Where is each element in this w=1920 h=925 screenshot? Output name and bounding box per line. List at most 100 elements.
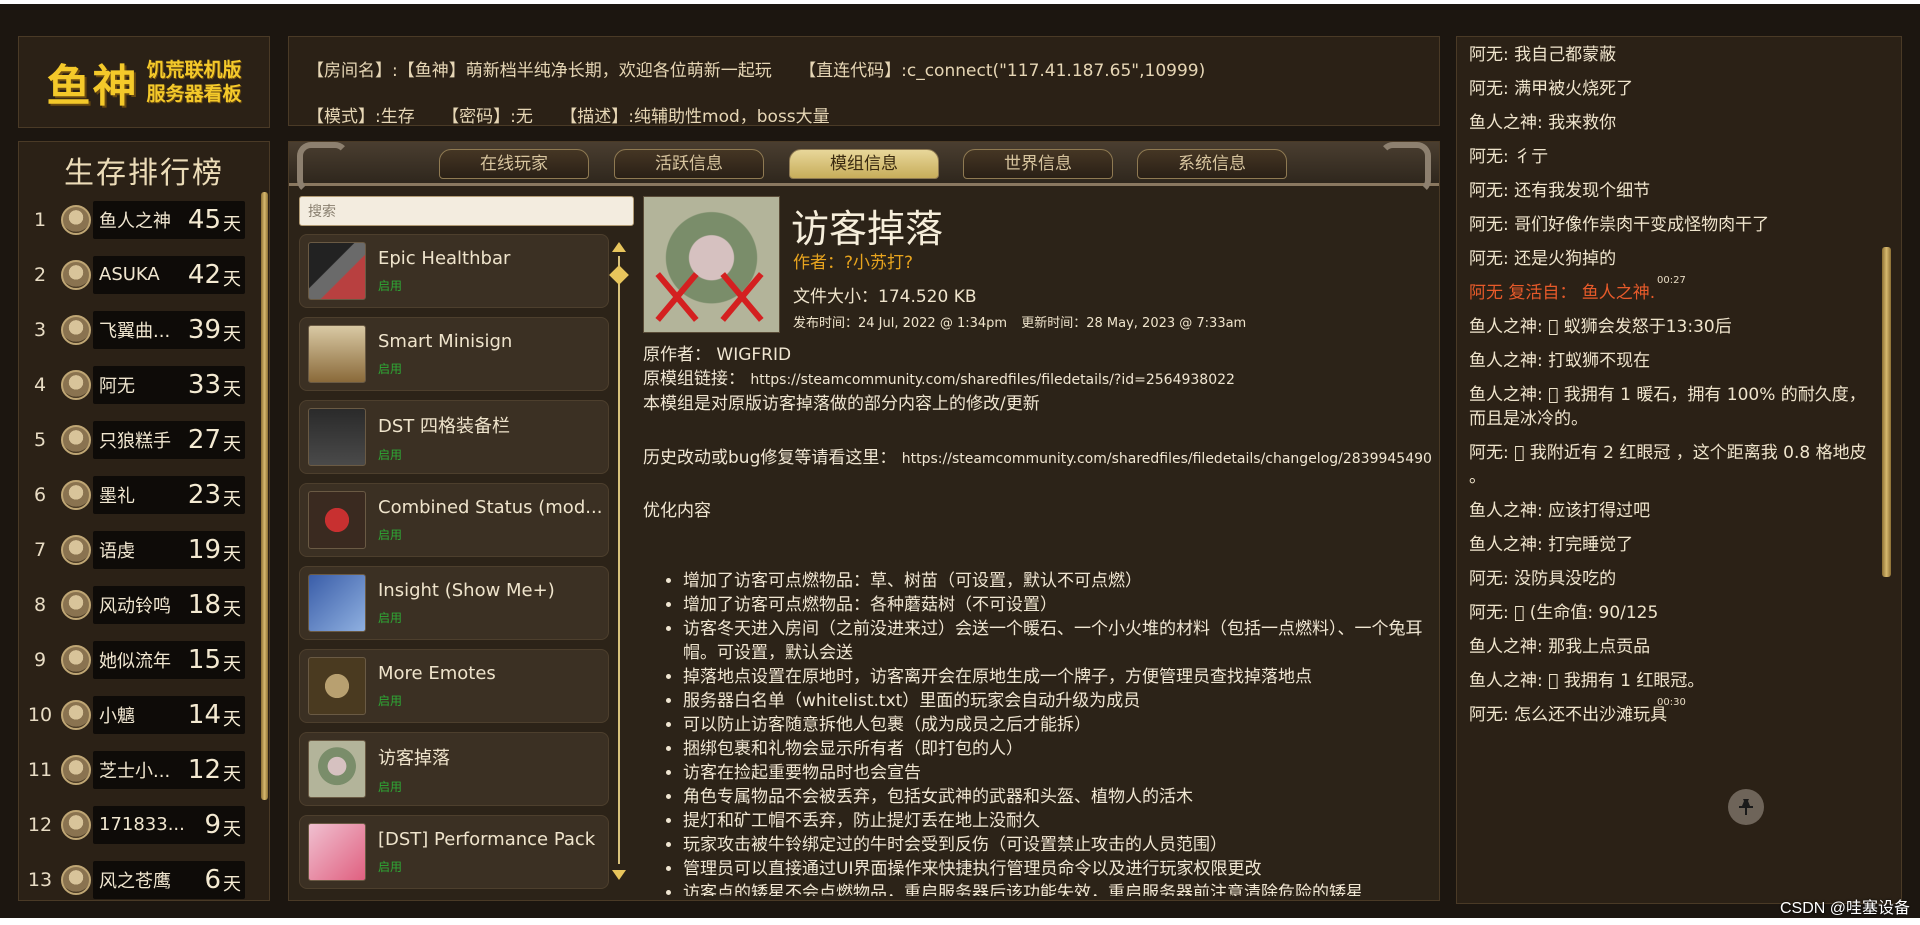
chat-text: 鱼人之神: 打完睡觉了	[1469, 535, 1634, 555]
mod-status: 启用	[378, 447, 403, 462]
player-name: 芝士小...	[99, 760, 171, 782]
original-author: 原作者： WIGFRID	[643, 345, 792, 365]
rank-bar: 墨礼 23 天	[93, 475, 245, 514]
tab-world[interactable]: 世界信息	[963, 149, 1113, 179]
days-unit: 天	[223, 543, 241, 565]
feature-item: 访客冬天进入房间（之前没进来过）会送一个暖石、一个小火堆的材料（包括一点燃料）、…	[683, 617, 1433, 665]
chat-message: 鱼人之神: 应该打得过吧	[1469, 499, 1869, 523]
player-name: 墨礼	[99, 485, 135, 507]
mod-list-item[interactable]: Epic Healthbar 启用	[299, 234, 609, 308]
rank-bar: 风之苍鹰 6 天	[93, 860, 245, 899]
chat-text: 阿无: 还有我发现个细节	[1469, 181, 1651, 201]
mod-list-item[interactable]: 访客掉落 启用	[299, 732, 609, 806]
player-name: 风之苍鹰	[99, 870, 171, 892]
chat-scrollbar[interactable]	[1882, 247, 1891, 577]
rank-row: 6 墨礼 23 天	[19, 467, 259, 522]
mod-author: 作者：?小苏打?	[793, 253, 914, 273]
survival-days: 27	[187, 424, 221, 455]
rank-bar: ASUKA 42 天	[93, 255, 245, 294]
mod-list-scrollbar[interactable]	[609, 242, 629, 880]
mod-list-item[interactable]: [DST] Performance Pack 启用	[299, 815, 609, 889]
chat-message: 鱼人之神: 󰀀 蚁狮会发怒于13:30后	[1469, 315, 1869, 339]
changelog-link[interactable]: https://steamcommunity.com/sharedfiles/f…	[902, 451, 1432, 467]
feature-item: 捆绑包裹和礼物会显示所有者（即打包的人）	[683, 737, 1433, 761]
survival-ranking: 生存排行榜 1 鱼人之神 45 天 2 ASUKA 42 天 3 飞翼曲... 39 天 4 阿无 33 天 5…	[18, 141, 270, 901]
chat-message: 鱼人之神: 打完睡觉了	[1469, 533, 1869, 557]
tab-mods[interactable]: 模组信息	[789, 149, 939, 179]
survival-days: 19	[187, 534, 221, 565]
scroll-down-arrow-icon[interactable]	[612, 870, 626, 880]
rank-row: 13 风之苍鹰 6 天	[19, 852, 259, 900]
rank-number: 5	[33, 428, 47, 451]
survival-days: 45	[187, 204, 221, 235]
avatar	[61, 369, 91, 400]
chat-text: 鱼人之神: 应该打得过吧	[1469, 501, 1651, 521]
survival-days: 15	[187, 644, 221, 675]
search-input[interactable]	[299, 196, 634, 226]
rank-row: 10 小魑 14 天	[19, 687, 259, 742]
scroll-up-arrow-icon[interactable]	[612, 242, 626, 252]
avatar	[61, 204, 91, 235]
days-unit: 天	[223, 653, 241, 675]
logo-subtitle-2: 服务器看板	[146, 83, 242, 105]
mod-list-item[interactable]: Insight (Show Me+) 启用	[299, 566, 609, 640]
feature-item: 管理员可以直接通过UI界面操作来快捷执行管理员命令以及进行玩家权限更改	[683, 857, 1433, 881]
mod-name: Insight (Show Me+)	[378, 580, 555, 601]
pin-icon	[1739, 799, 1753, 815]
player-name: 只狼糕手	[99, 430, 171, 452]
avatar	[61, 589, 91, 620]
chat-message: 阿无: 彳亍	[1469, 145, 1869, 169]
feature-list: 增加了访客可点燃物品：草、树苗（可设置，默认不可点燃）增加了访客可点燃物品：各种…	[683, 569, 1433, 896]
survival-days: 6	[204, 864, 221, 895]
updated-date: 更新时间：28 May, 2023 @ 7:33am	[1021, 316, 1247, 331]
days-unit: 天	[223, 763, 241, 785]
tab-system[interactable]: 系统信息	[1137, 149, 1287, 179]
mod-name: Combined Status (mod...	[378, 497, 603, 518]
mod-list-item[interactable]: More Emotes 启用	[299, 649, 609, 723]
watermark: CSDN @哇塞设备	[1779, 900, 1910, 917]
days-unit: 天	[223, 708, 241, 730]
days-unit: 天	[223, 433, 241, 455]
player-name: 小魑	[99, 705, 135, 727]
tab-online-players[interactable]: 在线玩家	[439, 149, 589, 179]
mod-thumbnail	[308, 657, 366, 715]
rank-row: 11 芝士小... 12 天	[19, 742, 259, 797]
server-info: 【房间名】:【鱼神】萌新档半纯净长期，欢迎各位萌新一起玩 【直连代码】:c_co…	[288, 36, 1440, 127]
chat-message: 阿无: 我自己都蒙蔽	[1469, 43, 1869, 67]
rank-bar: 阿无 33 天	[93, 365, 245, 404]
scroll-track[interactable]	[618, 256, 620, 864]
room-name: 【房间名】:【鱼神】萌新档半纯净长期，欢迎各位萌新一起玩	[307, 61, 772, 81]
chat-message: 00:27 阿无 复活自： 鱼人之神.	[1469, 275, 1869, 305]
mod-list-item[interactable]: Combined Status (mod... 启用	[299, 483, 609, 557]
ranking-scrollbar[interactable]	[261, 192, 268, 800]
original-link[interactable]: https://steamcommunity.com/sharedfiles/f…	[750, 372, 1235, 388]
avatar	[61, 424, 91, 455]
chat-text: 阿无: 我自己都蒙蔽	[1469, 45, 1617, 65]
rank-row: 12 171833... 9 天	[19, 797, 259, 852]
connect-code[interactable]: 【直连代码】:c_connect("117.41.187.65",10999)	[799, 61, 1205, 81]
survival-days: 23	[187, 479, 221, 510]
password: 【密码】:无	[442, 107, 533, 127]
chat-timestamp: 00:30	[1657, 697, 1686, 708]
survival-days: 33	[187, 369, 221, 400]
mod-status: 启用	[378, 779, 403, 794]
tab-activity[interactable]: 活跃信息	[614, 149, 764, 179]
survival-days: 18	[187, 589, 221, 620]
rank-bar: 她似流年 15 天	[93, 640, 245, 679]
rank-number: 6	[33, 483, 47, 506]
rank-bar: 171833... 9 天	[93, 805, 245, 844]
mod-list-item[interactable]: Smart Minisign 启用	[299, 317, 609, 391]
optimize-heading: 优化内容	[643, 501, 711, 521]
original-link-label: 原模组链接：	[643, 369, 745, 389]
player-name: 171833...	[99, 814, 185, 835]
mod-thumbnail	[308, 823, 366, 881]
rank-row: 2 ASUKA 42 天	[19, 247, 259, 302]
mod-list-item[interactable]: DST 四格装备栏 启用	[299, 400, 609, 474]
days-unit: 天	[223, 378, 241, 400]
rank-number: 7	[33, 538, 47, 561]
player-name: 她似流年	[99, 650, 171, 672]
chat-timestamp: 00:27	[1657, 275, 1686, 286]
pin-button[interactable]	[1728, 789, 1764, 825]
mod-size: 文件大小：174.520 KB	[793, 287, 977, 307]
scroll-thumb[interactable]	[609, 265, 629, 285]
